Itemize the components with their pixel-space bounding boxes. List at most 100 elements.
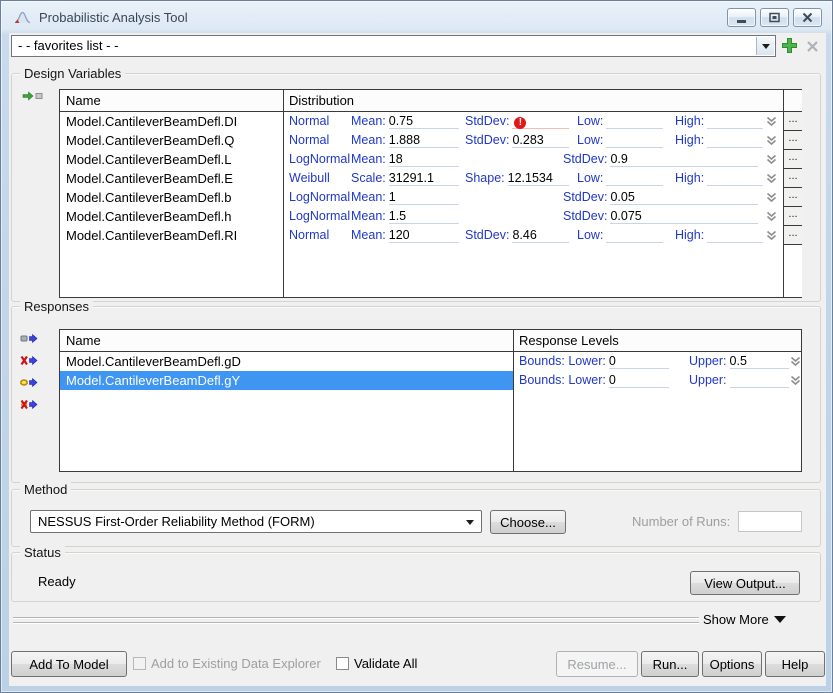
mean-field[interactable]: Mean:18 bbox=[351, 151, 459, 167]
shape-field[interactable]: Shape:12.1534 bbox=[465, 170, 569, 186]
method-dropdown[interactable]: NESSUS First-Order Reliability Method (F… bbox=[30, 510, 482, 533]
stddev-field[interactable]: StdDev:! bbox=[465, 113, 569, 129]
chevron-expand-icon[interactable] bbox=[765, 116, 778, 127]
table-row[interactable]: Model.CantileverBeamDefl.gD Bounds: Lowe… bbox=[60, 352, 803, 371]
chevron-expand-icon[interactable] bbox=[765, 211, 778, 222]
low-field[interactable]: Low: bbox=[577, 227, 663, 243]
variable-name[interactable]: Model.CantileverBeamDefl.L bbox=[60, 150, 283, 169]
stddev-field[interactable]: StdDev:0.05 bbox=[563, 189, 758, 205]
method-groupbox: Method NESSUS First-Order Reliability Me… bbox=[11, 489, 821, 547]
scale-field[interactable]: Scale:31291.1 bbox=[351, 170, 459, 186]
ellipsis-button[interactable]: ... bbox=[784, 226, 802, 245]
mean-field[interactable]: Mean:1.5 bbox=[351, 208, 459, 224]
mean-field[interactable]: Mean:1.888 bbox=[351, 132, 459, 148]
distribution-type[interactable]: Normal bbox=[289, 112, 329, 131]
response-name[interactable]: Model.CantileverBeamDefl.gD bbox=[60, 352, 513, 371]
view-output-button[interactable]: View Output... bbox=[690, 571, 800, 595]
row-options-column: ... ... ... ... ... ... ... bbox=[783, 90, 802, 297]
table-row[interactable]: Model.CantileverBeamDefl.RI Normal Mean:… bbox=[60, 226, 783, 245]
upper-bound-field[interactable]: Upper: bbox=[689, 372, 789, 388]
chevron-expand-icon[interactable] bbox=[789, 356, 802, 367]
minimize-button[interactable] bbox=[727, 8, 756, 27]
variable-name[interactable]: Model.CantileverBeamDefl.b bbox=[60, 188, 283, 207]
table-row[interactable]: Model.CantileverBeamDefl.b LogNormal Mea… bbox=[60, 188, 783, 207]
choose-method-button[interactable]: Choose... bbox=[490, 510, 566, 534]
favorites-dropdown-button[interactable] bbox=[756, 37, 774, 55]
table-row[interactable]: Model.CantileverBeamDefl.DI Normal Mean:… bbox=[60, 112, 783, 131]
ellipsis-button[interactable]: ... bbox=[784, 169, 802, 188]
add-to-model-button[interactable]: Add To Model bbox=[11, 651, 127, 677]
table-row-selected[interactable]: Model.CantileverBeamDefl.gY Bounds: Lowe… bbox=[60, 371, 803, 390]
high-field[interactable]: High: bbox=[675, 113, 763, 129]
remove-favorite-button-disabled bbox=[806, 40, 819, 53]
table-row[interactable]: Model.CantileverBeamDefl.Q Normal Mean:1… bbox=[60, 131, 783, 150]
low-field[interactable]: Low: bbox=[577, 132, 663, 148]
chevron-expand-icon[interactable] bbox=[765, 154, 778, 165]
distribution-type[interactable]: Weibull bbox=[289, 169, 330, 188]
upper-bound-field[interactable]: Upper:0.5 bbox=[689, 353, 789, 369]
variable-name[interactable]: Model.CantileverBeamDefl.h bbox=[60, 207, 283, 226]
response-name[interactable]: Model.CantileverBeamDefl.gY bbox=[60, 371, 513, 390]
chevron-expand-icon[interactable] bbox=[765, 230, 778, 241]
ellipsis-button[interactable]: ... bbox=[784, 112, 802, 131]
variable-name[interactable]: Model.CantileverBeamDefl.Q bbox=[60, 131, 283, 150]
row-options-header bbox=[784, 90, 802, 112]
high-field[interactable]: High: bbox=[675, 132, 763, 148]
close-button[interactable] bbox=[793, 8, 822, 27]
variable-name[interactable]: Model.CantileverBeamDefl.DI bbox=[60, 112, 283, 131]
chevron-expand-icon[interactable] bbox=[789, 375, 802, 386]
favorites-combobox[interactable]: - - favorites list - - bbox=[11, 35, 776, 57]
chevron-expand-icon[interactable] bbox=[765, 135, 778, 146]
remove-response-icon bbox=[20, 354, 39, 367]
ellipsis-button[interactable]: ... bbox=[784, 131, 802, 150]
map-variable-icon bbox=[22, 90, 44, 102]
distribution-type[interactable]: LogNormal bbox=[289, 188, 350, 207]
distribution-type[interactable]: Normal bbox=[289, 226, 329, 245]
stddev-field[interactable]: StdDev:8.46 bbox=[465, 227, 569, 243]
lower-bound-field[interactable]: Bounds: Lower:0 bbox=[519, 353, 669, 369]
stddev-field[interactable]: StdDev:0.075 bbox=[563, 208, 758, 224]
chevron-expand-icon[interactable] bbox=[765, 192, 778, 203]
high-field[interactable]: High: bbox=[675, 227, 763, 243]
table-row[interactable]: Model.CantileverBeamDefl.L LogNormal Mea… bbox=[60, 150, 783, 169]
chevron-down-icon bbox=[774, 616, 786, 623]
column-header-distribution: Distribution bbox=[283, 90, 801, 111]
table-row[interactable]: Model.CantileverBeamDefl.h LogNormal Mea… bbox=[60, 207, 783, 226]
mean-field[interactable]: Mean:0.75 bbox=[351, 113, 459, 129]
validate-all-checkbox[interactable] bbox=[336, 657, 349, 670]
restore-button[interactable] bbox=[760, 8, 789, 27]
ellipsis-button[interactable]: ... bbox=[784, 150, 802, 169]
stddev-field[interactable]: StdDev:0.9 bbox=[563, 151, 758, 167]
app-bell-curve-icon bbox=[14, 9, 31, 25]
low-field[interactable]: Low: bbox=[577, 113, 663, 129]
method-title: Method bbox=[20, 482, 71, 497]
column-header-name: Name bbox=[60, 90, 283, 111]
chevron-down-icon bbox=[762, 44, 770, 49]
variable-name[interactable]: Model.CantileverBeamDefl.RI bbox=[60, 226, 283, 245]
ellipsis-button[interactable]: ... bbox=[784, 207, 802, 226]
mean-field[interactable]: Mean:1 bbox=[351, 189, 459, 205]
options-button[interactable]: Options bbox=[702, 651, 762, 677]
distribution-type[interactable]: LogNormal bbox=[289, 207, 350, 226]
stddev-field[interactable]: StdDev:0.283 bbox=[465, 132, 569, 148]
variable-name[interactable]: Model.CantileverBeamDefl.E bbox=[60, 169, 283, 188]
responses-title: Responses bbox=[20, 299, 93, 314]
add-favorite-button[interactable] bbox=[781, 37, 798, 54]
help-button[interactable]: Help bbox=[765, 651, 825, 677]
map-response-icon bbox=[20, 332, 39, 345]
show-more-toggle[interactable]: Show More bbox=[703, 612, 786, 627]
mean-field[interactable]: Mean:120 bbox=[351, 227, 459, 243]
run-button[interactable]: Run... bbox=[641, 651, 699, 677]
high-field[interactable]: High: bbox=[675, 170, 763, 186]
ellipsis-button[interactable]: ... bbox=[784, 188, 802, 207]
add-to-existing-checkbox bbox=[133, 657, 146, 670]
low-field[interactable]: Low: bbox=[577, 170, 663, 186]
probabilistic-analysis-window: Probabilistic Analysis Tool - - favorite… bbox=[0, 0, 833, 693]
table-row[interactable]: Model.CantileverBeamDefl.E Weibull Scale… bbox=[60, 169, 783, 188]
error-icon: ! bbox=[514, 117, 526, 129]
chevron-expand-icon[interactable] bbox=[765, 173, 778, 184]
design-variables-groupbox: Design Variables Name Distribution Model… bbox=[11, 73, 821, 302]
lower-bound-field[interactable]: Bounds: Lower:0 bbox=[519, 372, 669, 388]
distribution-type[interactable]: LogNormal bbox=[289, 150, 350, 169]
distribution-type[interactable]: Normal bbox=[289, 131, 329, 150]
